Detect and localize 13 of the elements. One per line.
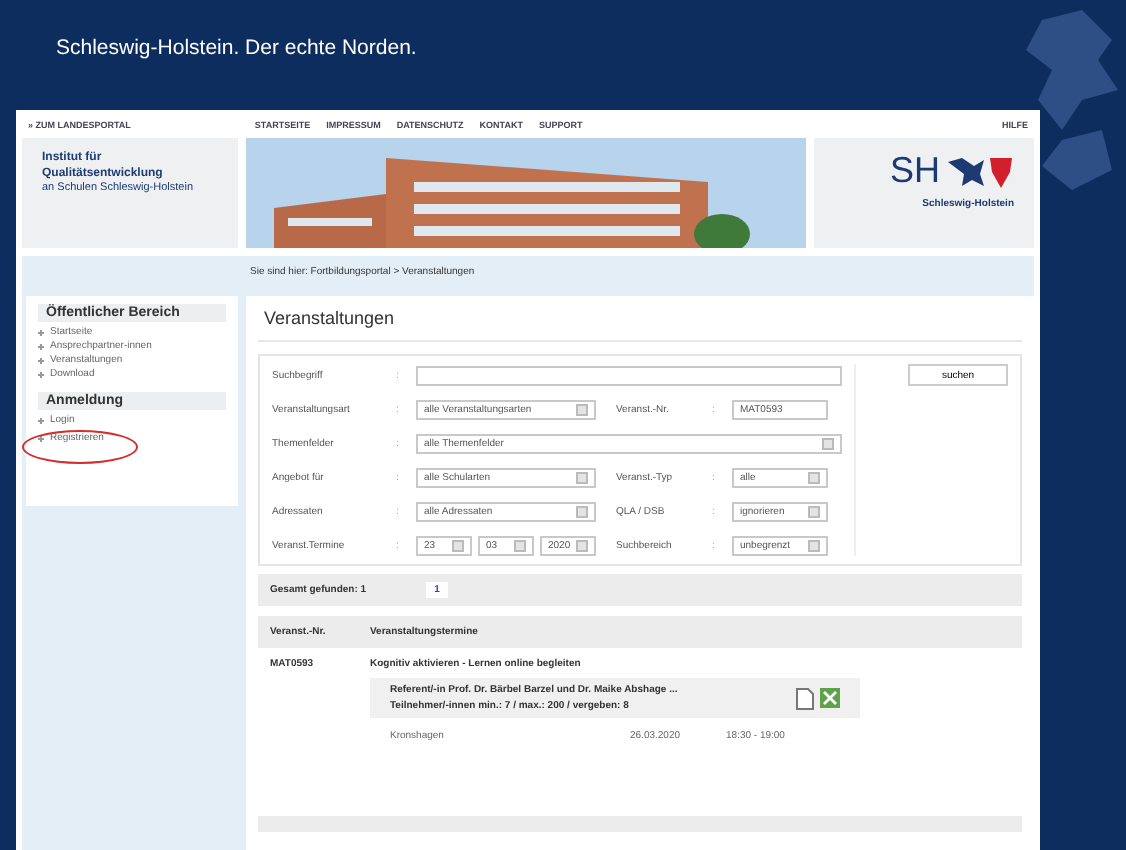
plus-icon	[38, 358, 44, 364]
input-field[interactable]	[416, 365, 842, 385]
plus-icon	[38, 436, 44, 442]
site-banner-title: Schleswig-Holstein. Der echte Norden.	[56, 35, 417, 59]
spreadsheet-icon[interactable]	[820, 688, 840, 708]
document-icon[interactable]	[796, 687, 814, 709]
plus-icon	[38, 372, 44, 378]
page-title: Veranstaltungen	[258, 304, 1022, 342]
plus-icon	[38, 330, 44, 336]
logo-letters: SH	[889, 150, 940, 192]
coat-of-arms-icon	[946, 153, 1014, 189]
plus-icon	[38, 418, 44, 424]
plus-icon	[38, 344, 44, 350]
